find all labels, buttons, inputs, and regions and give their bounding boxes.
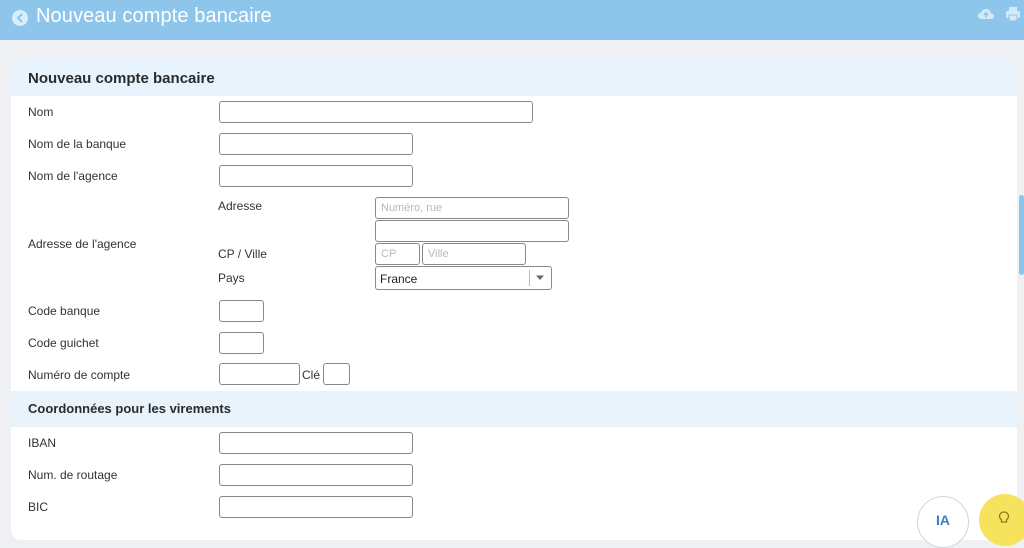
- scrollbar-thumb[interactable]: [1019, 195, 1024, 275]
- label-routage: Num. de routage: [28, 468, 118, 482]
- label-pays: Pays: [218, 271, 245, 285]
- label-nom: Nom: [28, 105, 54, 119]
- adresse-line1-input[interactable]: [375, 197, 569, 219]
- virements-section-title: Coordonnées pour les virements: [28, 401, 231, 416]
- back-button[interactable]: [12, 10, 28, 26]
- label-numero-compte: Numéro de compte: [28, 368, 131, 382]
- nom-agence-input[interactable]: [219, 165, 413, 187]
- form-title: Nouveau compte bancaire: [28, 70, 215, 87]
- label-code-guichet: Code guichet: [28, 336, 99, 350]
- code-banque-input[interactable]: [219, 300, 264, 322]
- label-bic: BIC: [28, 500, 49, 514]
- circle-arrow-left-icon: [17, 13, 23, 23]
- ia-label: IA: [936, 512, 950, 528]
- routage-input[interactable]: [219, 464, 413, 486]
- bank-account-form-card: Nouveau compte bancaire Nom Nom de la ba…: [11, 60, 1017, 540]
- bic-input[interactable]: [219, 496, 413, 518]
- iban-input[interactable]: [219, 432, 413, 454]
- printer-icon[interactable]: [1005, 6, 1021, 22]
- cle-input[interactable]: [323, 363, 350, 385]
- label-cp-ville: CP / Ville: [218, 247, 267, 261]
- pays-selected-value: France: [380, 272, 418, 286]
- page-title: Nouveau compte bancaire: [36, 5, 272, 27]
- code-guichet-input[interactable]: [219, 332, 264, 354]
- label-cle: Clé: [302, 368, 321, 382]
- label-iban: IBAN: [28, 436, 57, 450]
- top-bar: Nouveau compte bancaire: [0, 0, 1024, 40]
- nom-input[interactable]: [219, 101, 533, 123]
- cloud-upload-icon[interactable]: [977, 6, 995, 22]
- nom-banque-input[interactable]: [219, 133, 413, 155]
- label-nom-agence: Nom de l'agence: [28, 169, 118, 183]
- caret-down-icon: [536, 275, 544, 280]
- tips-button[interactable]: [979, 494, 1024, 546]
- label-code-banque: Code banque: [28, 304, 101, 318]
- select-divider: [529, 270, 530, 286]
- adresse-line2-input[interactable]: [375, 220, 569, 242]
- label-nom-banque: Nom de la banque: [28, 137, 127, 151]
- pays-select[interactable]: France: [375, 266, 552, 290]
- virements-section-header: Coordonnées pour les virements: [11, 391, 1017, 427]
- numero-compte-input[interactable]: [219, 363, 300, 385]
- ville-input[interactable]: [422, 243, 526, 265]
- ia-assistant-button[interactable]: IA: [917, 496, 969, 548]
- form-header: Nouveau compte bancaire: [11, 60, 1017, 96]
- cp-input[interactable]: [375, 243, 420, 265]
- label-adresse-agence: Adresse de l'agence: [28, 237, 137, 251]
- label-adresse: Adresse: [218, 199, 263, 213]
